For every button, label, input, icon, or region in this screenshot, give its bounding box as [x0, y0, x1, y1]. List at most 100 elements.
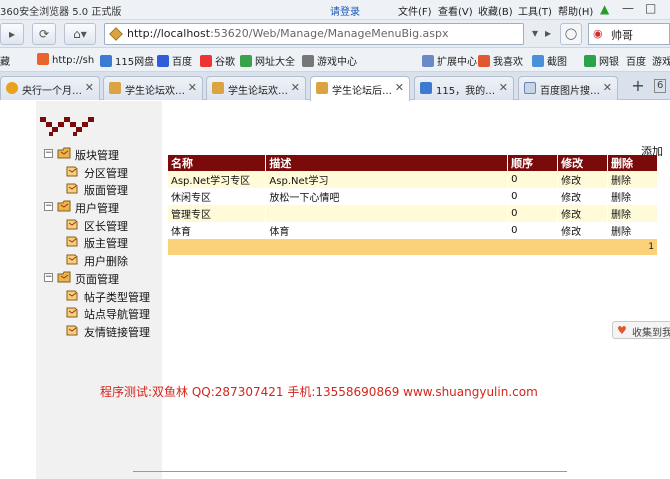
- fav-baidu2[interactable]: 百度: [626, 53, 646, 68]
- table-row: 休闲专区 放松一下心情吧 0 修改 删除: [168, 188, 658, 205]
- skin-icon[interactable]: ▲: [600, 2, 609, 16]
- page-icon: [66, 254, 78, 265]
- new-tab-button[interactable]: +: [628, 77, 648, 97]
- fav-games[interactable]: 游戏中心: [302, 53, 357, 68]
- bank-icon: [584, 55, 596, 67]
- scissors-icon: [532, 55, 544, 67]
- fav-like[interactable]: 我喜欢: [478, 53, 523, 68]
- column-header: 删除: [607, 155, 658, 171]
- refresh-icon[interactable]: ⟳: [32, 23, 56, 45]
- home-icon[interactable]: ⌂▾: [64, 23, 96, 45]
- tab-label: 学生论坛欢…: [125, 86, 185, 97]
- page-icon: [66, 325, 78, 336]
- address-bar[interactable]: http://localhost:53620/Web/Manage/Manage…: [104, 23, 524, 45]
- search-engine-icon[interactable]: ◉: [593, 27, 603, 40]
- fav-sites[interactable]: 网址大全: [240, 53, 295, 68]
- search-box[interactable]: ◉ 帅哥: [588, 23, 670, 45]
- page-icon: [524, 82, 536, 94]
- fav-collect[interactable]: 藏: [0, 53, 10, 68]
- edit-link[interactable]: 修改: [557, 222, 609, 239]
- delete-link[interactable]: 删除: [607, 171, 658, 188]
- close-icon[interactable]: ✕: [188, 81, 197, 94]
- login-link[interactable]: 请登录: [330, 3, 360, 18]
- tab-115[interactable]: 115，我的… ✕: [414, 76, 514, 100]
- security-shield-icon[interactable]: ◯: [560, 23, 582, 45]
- go-icon[interactable]: ▸: [541, 23, 555, 45]
- navigation-bar: ▸ ⟳ ⌂▾ http://localhost:53620/Web/Manage…: [0, 20, 670, 48]
- search-text[interactable]: 帅哥: [611, 27, 633, 43]
- title-bar: 360安全浏览器 5.0 正式版 请登录 文件(F) 查看(V) 收藏(B) 工…: [0, 0, 670, 20]
- page-icon: [66, 166, 78, 177]
- url-text[interactable]: http://localhost:53620/Web/Manage/Manage…: [127, 27, 449, 40]
- tab-news[interactable]: 央行一个月… ✕: [0, 76, 100, 100]
- page-icon: [37, 53, 49, 65]
- fav-extensions[interactable]: 扩展中心: [422, 53, 477, 68]
- cell-name: Asp.Net学习专区: [168, 171, 267, 188]
- cell-description: [265, 205, 509, 222]
- table-row: 体育 体育 0 修改 删除: [168, 222, 658, 239]
- cell-name: 休闲专区: [168, 188, 267, 205]
- table-header-row: 名称 描述 顺序 修改 删除: [168, 155, 658, 171]
- tab-count-badge[interactable]: 6: [654, 79, 667, 93]
- url-dropdown-icon[interactable]: ▾: [528, 23, 542, 45]
- fav-google[interactable]: 谷歌: [200, 53, 235, 68]
- favorites-bar: 藏 http://sh 115网盘 百度 谷歌 网址大全 游戏中心 扩展中心 我…: [0, 48, 670, 72]
- logo-icon: [40, 117, 94, 136]
- menu-tools[interactable]: 工具(T): [518, 3, 552, 18]
- close-icon[interactable]: ✕: [499, 81, 508, 94]
- baidu-icon: [157, 55, 169, 67]
- delete-link[interactable]: 删除: [607, 222, 658, 239]
- page-icon: [66, 290, 78, 300]
- close-icon[interactable]: ✕: [395, 81, 404, 94]
- fav-baidu[interactable]: 百度: [157, 53, 192, 68]
- google-icon: [200, 55, 212, 67]
- cell-order: 0: [507, 188, 559, 205]
- divider: [133, 471, 567, 472]
- tab-label: 115，我的…: [436, 86, 496, 97]
- delete-link[interactable]: 删除: [607, 205, 658, 222]
- page-icon: [66, 307, 78, 318]
- menu-view[interactable]: 查看(V): [438, 3, 473, 18]
- restore-icon[interactable]: □: [645, 1, 656, 15]
- fav-115[interactable]: 115网盘: [100, 53, 154, 68]
- close-icon[interactable]: ✕: [603, 81, 612, 94]
- table-row: Asp.Net学习专区 Asp.Net学习 0 修改 删除: [168, 171, 658, 188]
- cloud-icon: [420, 82, 432, 94]
- tab-forum-1[interactable]: 学生论坛欢… ✕: [103, 76, 203, 100]
- fav-screenshot[interactable]: 截图: [532, 53, 567, 68]
- edit-link[interactable]: 修改: [557, 188, 609, 205]
- close-icon[interactable]: ✕: [291, 81, 300, 94]
- collapse-icon[interactable]: −: [44, 202, 53, 212]
- menu-file[interactable]: 文件(F): [398, 3, 432, 18]
- page-number[interactable]: 1: [168, 239, 658, 255]
- column-header: 顺序: [507, 155, 559, 171]
- forward-icon[interactable]: ▸: [0, 23, 24, 45]
- fav-games2[interactable]: 游戏: [652, 53, 670, 68]
- edit-link[interactable]: 修改: [557, 205, 609, 222]
- cell-order: 0: [507, 171, 559, 188]
- folder-icon: [57, 147, 71, 159]
- edit-link[interactable]: 修改: [557, 171, 609, 188]
- window-title: 360安全浏览器 5.0 正式版: [0, 7, 122, 18]
- collapse-icon[interactable]: −: [44, 272, 53, 282]
- fav-http[interactable]: http://sh: [37, 53, 94, 66]
- collect-button[interactable]: ♥ 收集到我: [612, 321, 670, 339]
- close-icon[interactable]: ✕: [85, 81, 94, 94]
- site-icon: [109, 82, 121, 94]
- tab-label: 学生论坛后…: [332, 86, 392, 97]
- fav-bank[interactable]: 网银: [584, 53, 619, 68]
- tab-forum-admin[interactable]: 学生论坛后… ✕: [310, 76, 410, 101]
- table-row: 管理专区 0 修改 删除: [168, 205, 658, 222]
- minimize-icon[interactable]: —: [622, 1, 634, 15]
- page-content: − 版块管理 分区管理 版面管理 − 用户管理 区长管理 版主管理 用户删除 −…: [0, 101, 670, 479]
- delete-link[interactable]: 删除: [607, 188, 658, 205]
- tab-baidu-images[interactable]: 百度图片搜… ✕: [518, 76, 618, 100]
- site-icon: [109, 27, 123, 41]
- menu-help[interactable]: 帮助(H): [558, 3, 593, 18]
- cell-order: 0: [507, 222, 559, 239]
- tab-forum-2[interactable]: 学生论坛欢… ✕: [206, 76, 306, 100]
- chrome-icon: [6, 82, 18, 94]
- menu-favorites[interactable]: 收藏(B): [478, 3, 513, 18]
- collapse-icon[interactable]: −: [44, 149, 53, 158]
- column-header: 名称: [168, 155, 267, 171]
